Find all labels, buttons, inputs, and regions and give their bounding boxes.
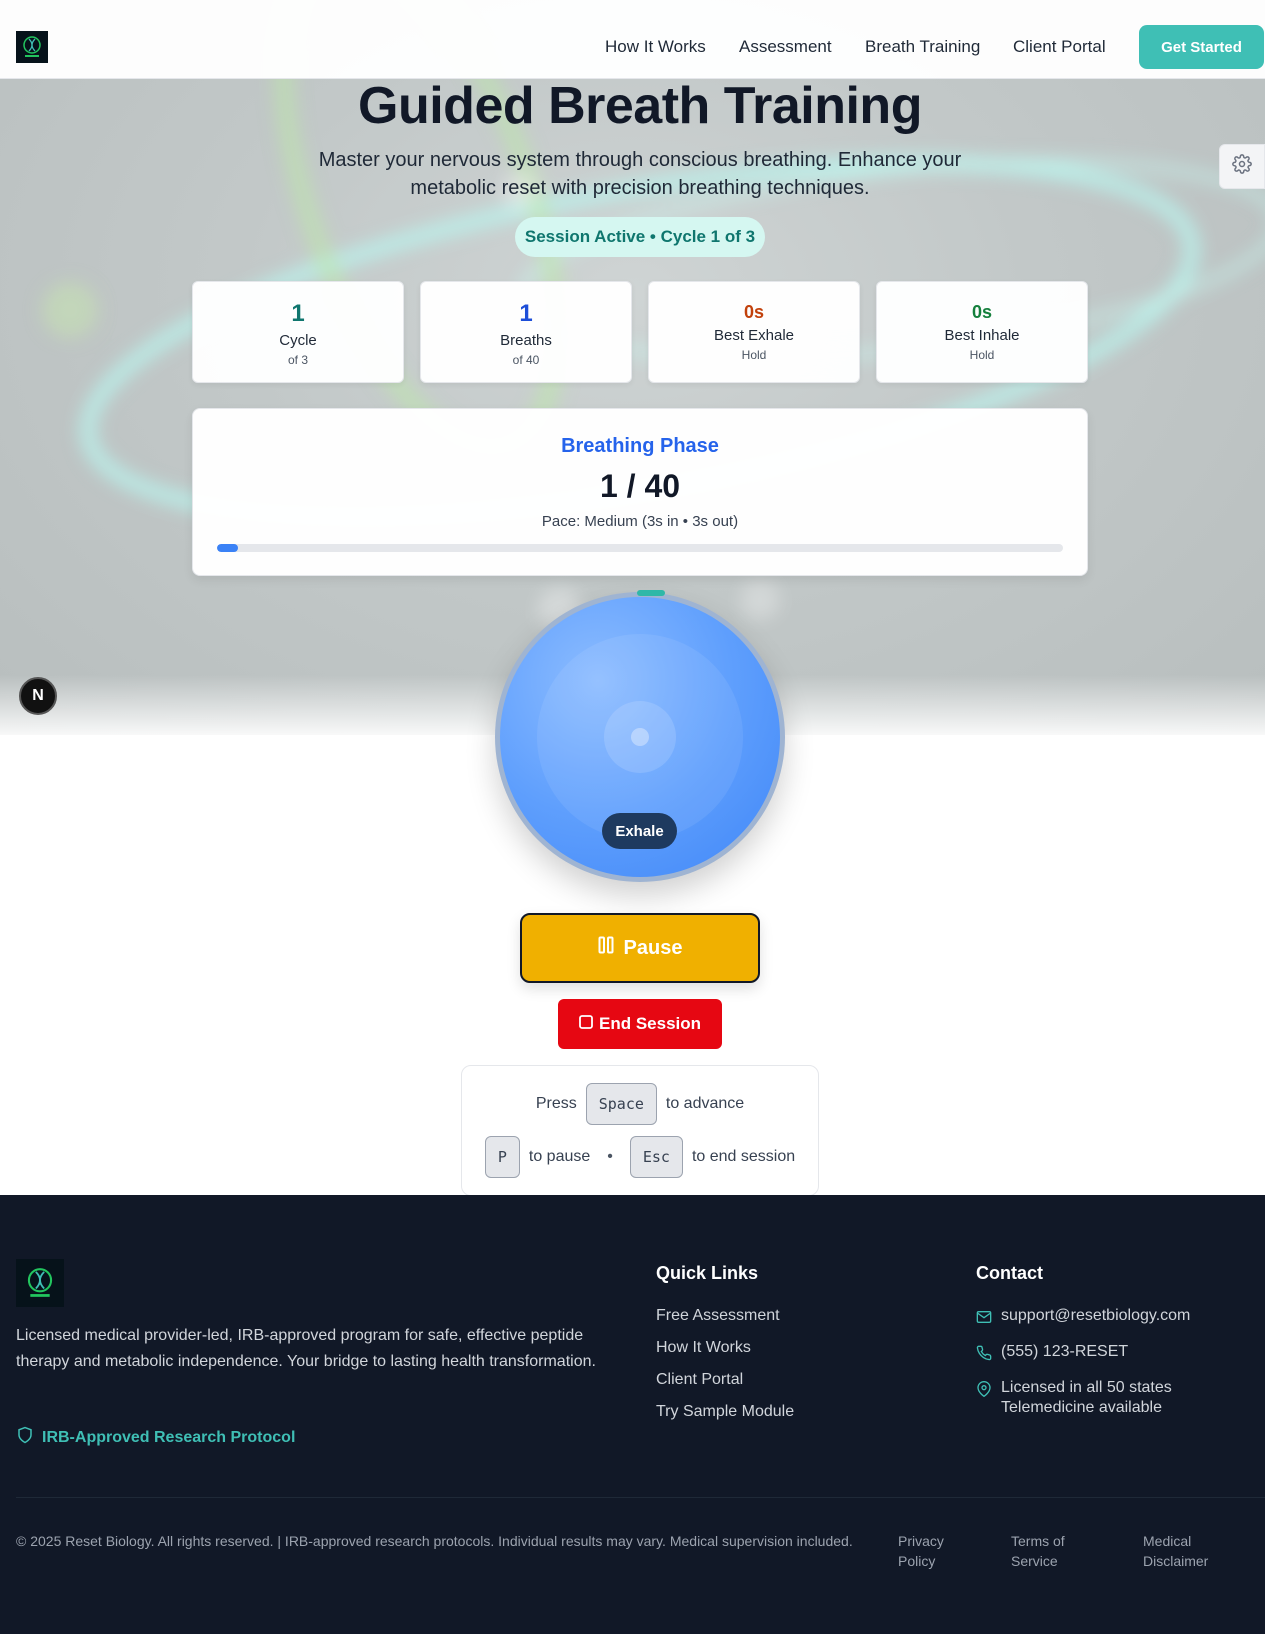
shortcut-text: to end session	[691, 1148, 796, 1165]
page-title: Guided Breath Training	[358, 77, 922, 135]
terms-of-service-link[interactable]: Terms of Service	[1011, 1531, 1101, 1571]
stat-value: 0s	[971, 302, 993, 322]
footer: Licensed medical provider-led, IRB-appro…	[0, 1195, 1265, 1634]
keyboard-shortcuts-panel: Press Space to advance P to pause • Esc …	[461, 1065, 819, 1196]
stat-card-breaths: 1 Breaths of 40	[420, 281, 632, 383]
nav-how-it-works[interactable]: How It Works	[605, 37, 706, 57]
stat-sub: of 3	[287, 353, 308, 367]
pause-icon	[598, 936, 614, 960]
breath-progress-fill	[217, 544, 239, 552]
stat-sub: Hold	[969, 348, 995, 362]
footer-link-client-portal[interactable]: Client Portal	[656, 1371, 743, 1389]
end-session-label: End Session	[598, 1014, 702, 1033]
pause-button[interactable]: Pause	[520, 913, 760, 983]
esc-key: Esc	[629, 1136, 683, 1178]
stat-label: Breaths	[500, 332, 552, 349]
phase-label: Exhale	[602, 813, 677, 849]
stat-label: Cycle	[279, 332, 317, 349]
shield-icon	[16, 1426, 34, 1449]
stat-value: 1	[291, 300, 305, 327]
footer-link-how-it-works[interactable]: How It Works	[656, 1339, 751, 1357]
space-key: Space	[585, 1083, 657, 1125]
progress-indicator-tick	[637, 590, 665, 596]
framework-badge[interactable]: N	[19, 677, 57, 715]
stat-value: 0s	[743, 302, 765, 322]
irb-label: IRB-Approved Research Protocol	[42, 1428, 296, 1446]
footer-link-sample-module[interactable]: Try Sample Module	[656, 1403, 794, 1421]
stat-card-best-exhale: 0s Best Exhale Hold	[648, 281, 860, 383]
map-pin-icon	[976, 1378, 992, 1402]
quick-links-heading: Quick Links	[656, 1263, 759, 1283]
irb-approved-badge: IRB-Approved Research Protocol	[16, 1426, 295, 1449]
contact-email[interactable]: support@resetbiology.com	[976, 1307, 1190, 1330]
medical-disclaimer-link[interactable]: Medical Disclaimer	[1143, 1531, 1233, 1571]
email-text: support@resetbiology.com	[1001, 1307, 1191, 1324]
footer-description: Licensed medical provider-led, IRB-appro…	[16, 1327, 596, 1370]
gear-icon	[1232, 154, 1252, 179]
nav-assessment[interactable]: Assessment	[739, 37, 832, 57]
phone-icon	[976, 1343, 992, 1366]
contact-phone[interactable]: (555) 123-RESET	[976, 1343, 1128, 1366]
phase-heading: Breathing Phase	[561, 435, 719, 457]
telemedicine-text: Telemedicine available	[1001, 1399, 1162, 1416]
pace-text: Pace: Medium (3s in • 3s out)	[541, 513, 739, 530]
contact-heading: Contact	[976, 1263, 1043, 1283]
top-navigation: How It Works Assessment Breath Training …	[0, 0, 1265, 79]
end-session-button[interactable]: End Session	[558, 999, 722, 1049]
pause-label: Pause	[623, 936, 683, 959]
phone-text: (555) 123-RESET	[1001, 1343, 1129, 1360]
nav-breath-training[interactable]: Breath Training	[865, 37, 980, 57]
p-key: P	[484, 1136, 520, 1178]
stat-sub: of 40	[512, 353, 540, 367]
stat-label: Best Inhale	[944, 327, 1020, 344]
stat-card-best-inhale: 0s Best Inhale Hold	[876, 281, 1088, 383]
privacy-policy-link[interactable]: Privacy Policy	[898, 1531, 978, 1571]
page-subtitle: Master your nervous system through consc…	[318, 149, 962, 199]
mail-icon	[976, 1307, 992, 1330]
nav-client-portal[interactable]: Client Portal	[1013, 37, 1106, 57]
shortcut-text: to pause	[528, 1148, 591, 1165]
footer-divider	[16, 1497, 1265, 1498]
breathing-phase-card: Breathing Phase 1 / 40 Pace: Medium (3s …	[192, 408, 1088, 576]
breath-counter: 1 / 40	[599, 468, 681, 504]
shortcut-text: to advance	[665, 1095, 745, 1112]
stat-sub: Hold	[741, 348, 767, 362]
breath-progress-bar	[217, 544, 1063, 552]
copyright: © 2025 Reset Biology. All rights reserve…	[16, 1533, 853, 1549]
license-text: Licensed in all 50 states	[1001, 1379, 1172, 1396]
logo[interactable]	[16, 31, 48, 63]
separator-dot: •	[607, 1148, 613, 1165]
stat-card-cycle: 1 Cycle of 3	[192, 281, 404, 383]
footer-link-free-assessment[interactable]: Free Assessment	[656, 1307, 780, 1325]
footer-logo[interactable]	[16, 1259, 64, 1307]
shortcut-text: Press	[535, 1095, 577, 1112]
settings-gear-button[interactable]	[1219, 144, 1265, 189]
contact-license: Licensed in all 50 states Telemedicine a…	[976, 1378, 1172, 1418]
stop-icon	[579, 1014, 593, 1034]
get-started-button[interactable]: Get Started	[1139, 25, 1264, 69]
center-dot	[631, 728, 649, 746]
session-status-badge: Session Active • Cycle 1 of 3	[515, 217, 765, 257]
stat-label: Best Exhale	[713, 327, 795, 344]
stat-value: 1	[519, 300, 533, 327]
